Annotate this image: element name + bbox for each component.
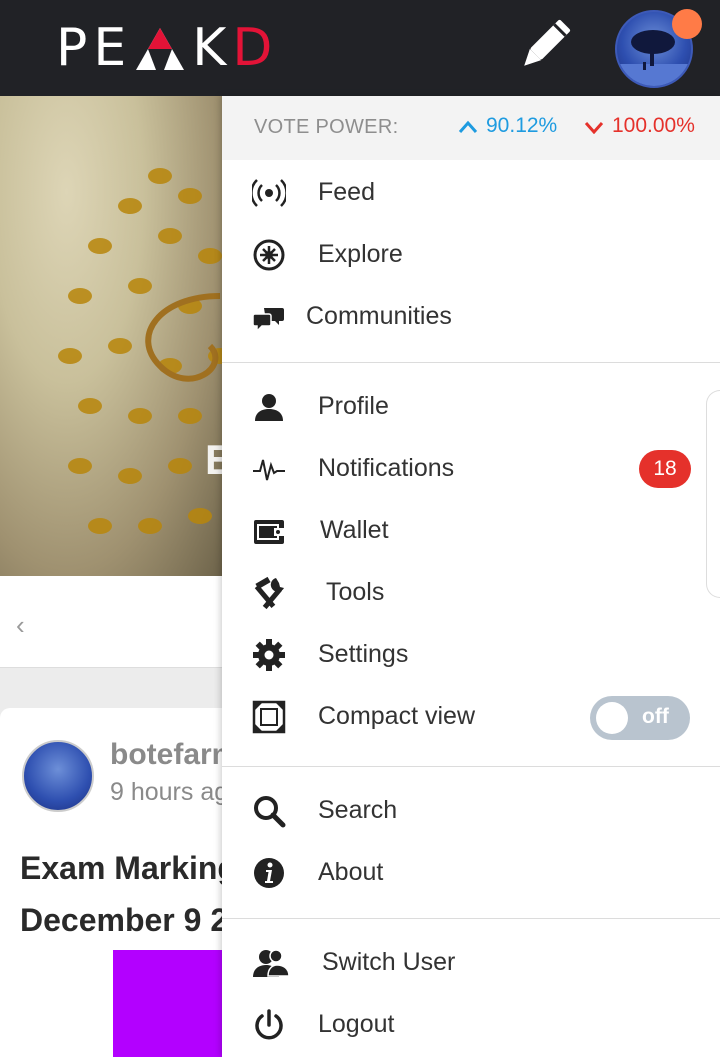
compass-icon [253,239,285,271]
chevron-down-icon [584,122,604,135]
menu-label-profile: Profile [318,392,389,420]
pencil-icon[interactable] [514,18,574,74]
toggle-state-label: off [642,705,669,728]
tree-illustration [58,168,222,534]
menu-label-notifications: Notifications [318,454,455,482]
logo-text-pe: PE [56,18,133,78]
power-icon [255,1009,283,1040]
background-panel-edge [706,390,720,598]
menu-item-compact-view[interactable]: Compact view off [222,686,720,748]
switch-user-icon [253,949,290,977]
menu-label-explore: Explore [318,240,403,268]
sub-navigation [0,576,222,668]
toggle-knob [596,702,628,734]
post-thumbnail[interactable] [113,950,222,1057]
chevron-left-icon[interactable]: ‹ [16,610,25,641]
menu-label-wallet: Wallet [320,516,389,544]
menu-item-notifications[interactable]: Notifications 18 [222,438,720,500]
post-author-avatar[interactable] [22,740,94,812]
post-title-line-2: December 9 2 [20,902,222,938]
menu-label-communities: Communities [306,302,452,330]
search-icon [254,796,286,828]
menu-label-feed: Feed [318,178,375,206]
activity-pulse-icon [253,459,285,481]
menu-item-tools[interactable]: Tools [222,562,720,624]
menu-label-switch-user: Switch User [322,948,456,976]
wallet-icon [254,520,284,544]
menu-label-settings: Settings [318,640,409,668]
vote-power-bar: VOTE POWER: 90.12% 100.00% [222,96,720,160]
user-dropdown-menu: VOTE POWER: 90.12% 100.00% Feed Explore [222,96,720,1057]
menu-item-profile[interactable]: Profile [222,376,720,438]
menu-label-compact-view: Compact view [318,702,475,730]
logo-a-mark [134,25,186,71]
upvote-power-value: 90.12% [486,114,558,137]
menu-item-settings[interactable]: Settings [222,624,720,686]
tools-icon [254,576,284,610]
chat-bubbles-icon [252,308,284,333]
post-timestamp: 9 hours ago [110,778,222,806]
menu-item-communities[interactable]: Communities [222,286,720,348]
community-hero-banner: E [0,96,222,576]
menu-item-logout[interactable]: Logout [222,994,720,1056]
menu-label-about: About [318,858,384,886]
compact-view-toggle[interactable]: off [590,696,690,740]
menu-item-feed[interactable]: Feed [222,162,720,224]
upvote-power: 90.12% [458,114,557,138]
community-title-fragment: E [205,436,222,483]
menu-divider [222,766,720,767]
info-icon [254,858,284,888]
menu-divider [222,918,720,919]
menu-item-wallet[interactable]: Wallet [222,500,720,562]
menu-item-search[interactable]: Search [222,780,720,842]
vote-power-label: VOTE POWER: [254,116,399,138]
menu-label-tools: Tools [326,578,385,606]
logo-text-k: K [192,18,233,78]
post-title[interactable]: Exam Marking December 9 2 [20,842,222,946]
menu-item-switch-user[interactable]: Switch User [222,932,720,994]
peakd-logo[interactable]: PE K D [56,18,279,78]
menu-label-search: Search [318,796,398,824]
menu-item-explore[interactable]: Explore [222,224,720,286]
notification-dot [672,9,702,39]
post-author[interactable]: botefarm [110,738,222,772]
chevron-up-icon [458,120,478,133]
menu-label-logout: Logout [318,1010,395,1038]
downvote-power-value: 100.00% [612,114,695,137]
gear-icon [253,639,285,671]
user-icon [255,394,283,421]
menu-divider [222,362,720,363]
compact-view-icon [252,700,286,734]
broadcast-icon [252,179,286,207]
post-title-line-1: Exam Marking [20,850,222,886]
downvote-power: 100.00% [584,114,695,138]
menu-item-about[interactable]: About [222,842,720,904]
logo-text-d: D [232,18,279,78]
notifications-count-badge: 18 [639,450,691,488]
